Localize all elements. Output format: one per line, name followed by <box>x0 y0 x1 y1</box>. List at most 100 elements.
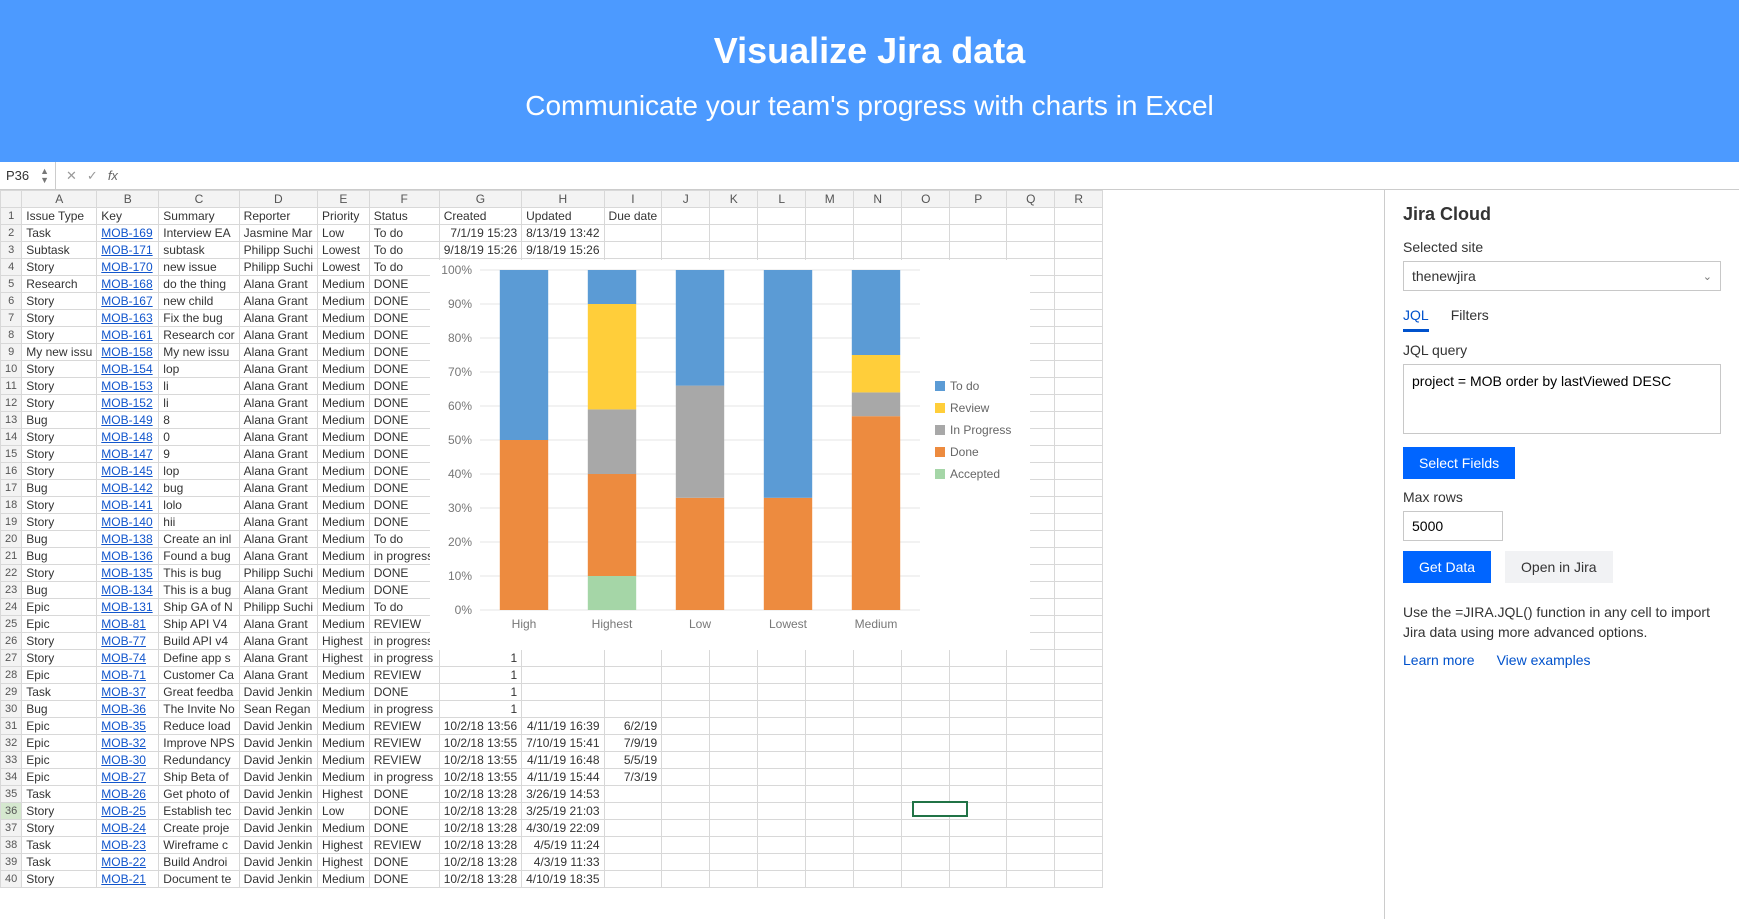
row-number[interactable]: 17 <box>1 480 22 497</box>
cell[interactable]: Build API v4 <box>159 633 239 650</box>
cell[interactable]: Bug <box>22 480 97 497</box>
cell[interactable] <box>662 208 710 225</box>
col-header[interactable]: Q <box>1007 191 1055 208</box>
cell[interactable]: Story <box>22 446 97 463</box>
cell[interactable]: Medium <box>318 667 370 684</box>
cell[interactable]: 10/2/18 13:28 <box>439 786 521 803</box>
cell[interactable] <box>1007 752 1055 769</box>
cell[interactable]: Interview EA <box>159 225 239 242</box>
cell[interactable] <box>902 752 950 769</box>
row-number[interactable]: 3 <box>1 242 22 259</box>
col-header[interactable]: D <box>239 191 317 208</box>
cell[interactable]: Story <box>22 871 97 888</box>
cell[interactable]: Establish tec <box>159 803 239 820</box>
cell[interactable] <box>710 786 758 803</box>
col-header[interactable]: N <box>854 191 902 208</box>
bar-segment[interactable] <box>588 270 636 304</box>
cell[interactable] <box>710 752 758 769</box>
cell[interactable]: Medium <box>318 412 370 429</box>
cell[interactable]: in progress <box>369 650 439 667</box>
cell[interactable]: Story <box>22 820 97 837</box>
cell[interactable]: David Jenkin <box>239 786 317 803</box>
cell[interactable]: Medium <box>318 446 370 463</box>
cell[interactable] <box>902 718 950 735</box>
cell[interactable]: Alana Grant <box>239 344 317 361</box>
cell[interactable]: 4/5/19 11:24 <box>522 837 604 854</box>
cell-key[interactable]: MOB-161 <box>97 327 159 344</box>
cell[interactable]: Sean Regan <box>239 701 317 718</box>
cell[interactable] <box>710 225 758 242</box>
cell[interactable] <box>854 871 902 888</box>
cell-key[interactable]: MOB-142 <box>97 480 159 497</box>
cell[interactable]: DONE <box>369 480 439 497</box>
bar-segment[interactable] <box>676 270 724 386</box>
cell[interactable] <box>1055 735 1103 752</box>
cell[interactable] <box>710 208 758 225</box>
row-number[interactable]: 13 <box>1 412 22 429</box>
cell[interactable] <box>522 701 604 718</box>
cell[interactable] <box>604 242 662 259</box>
cell-key[interactable]: MOB-171 <box>97 242 159 259</box>
data-header-cell[interactable]: Updated <box>522 208 604 225</box>
cell[interactable]: 1 <box>439 684 521 701</box>
cell[interactable]: Story <box>22 565 97 582</box>
cell[interactable] <box>710 837 758 854</box>
cell[interactable] <box>806 854 854 871</box>
cell-key[interactable]: MOB-138 <box>97 531 159 548</box>
cell[interactable]: Alana Grant <box>239 667 317 684</box>
cell[interactable]: 7/1/19 15:23 <box>439 225 521 242</box>
cell[interactable] <box>604 820 662 837</box>
cell[interactable] <box>854 701 902 718</box>
data-header-cell[interactable]: Summary <box>159 208 239 225</box>
cell[interactable] <box>950 752 1007 769</box>
cell[interactable] <box>662 667 710 684</box>
cell[interactable]: DONE <box>369 854 439 871</box>
cell[interactable]: David Jenkin <box>239 752 317 769</box>
cell[interactable]: Medium <box>318 463 370 480</box>
cell[interactable] <box>854 837 902 854</box>
row-number[interactable]: 4 <box>1 259 22 276</box>
data-header-cell[interactable]: Created <box>439 208 521 225</box>
cell[interactable] <box>758 752 806 769</box>
cell[interactable] <box>662 803 710 820</box>
cell[interactable]: 9/18/19 15:26 <box>522 242 604 259</box>
cell[interactable]: To do <box>369 259 439 276</box>
jql-query-input[interactable] <box>1403 364 1721 434</box>
cell[interactable]: Highest <box>318 786 370 803</box>
cell[interactable]: Ship API V4 <box>159 616 239 633</box>
cell-key[interactable]: MOB-24 <box>97 820 159 837</box>
col-header[interactable]: E <box>318 191 370 208</box>
cell[interactable]: David Jenkin <box>239 718 317 735</box>
cell[interactable] <box>662 684 710 701</box>
cell[interactable] <box>950 667 1007 684</box>
cell[interactable] <box>1055 718 1103 735</box>
cell[interactable] <box>1055 701 1103 718</box>
cell[interactable]: David Jenkin <box>239 854 317 871</box>
cell[interactable]: Alana Grant <box>239 276 317 293</box>
cell-key[interactable]: MOB-163 <box>97 310 159 327</box>
cell[interactable] <box>662 242 710 259</box>
cell[interactable] <box>710 735 758 752</box>
cell-key[interactable]: MOB-131 <box>97 599 159 616</box>
cell[interactable]: Customer Ca <box>159 667 239 684</box>
cell-key[interactable]: MOB-141 <box>97 497 159 514</box>
cell[interactable] <box>1055 854 1103 871</box>
col-header[interactable]: C <box>159 191 239 208</box>
cell[interactable]: Task <box>22 837 97 854</box>
cell[interactable]: Medium <box>318 310 370 327</box>
col-header[interactable] <box>1 191 22 208</box>
cell[interactable]: DONE <box>369 871 439 888</box>
bar-segment[interactable] <box>588 409 636 474</box>
cell[interactable] <box>758 820 806 837</box>
cell[interactable]: To do <box>369 531 439 548</box>
row-number[interactable]: 38 <box>1 837 22 854</box>
cell[interactable] <box>902 820 950 837</box>
cell[interactable]: lop <box>159 361 239 378</box>
cell[interactable]: DONE <box>369 582 439 599</box>
cell[interactable] <box>1055 344 1103 361</box>
cell[interactable] <box>758 837 806 854</box>
cell[interactable]: Reduce load <box>159 718 239 735</box>
cell[interactable]: Story <box>22 429 97 446</box>
cell[interactable] <box>950 837 1007 854</box>
cell[interactable]: Alana Grant <box>239 514 317 531</box>
